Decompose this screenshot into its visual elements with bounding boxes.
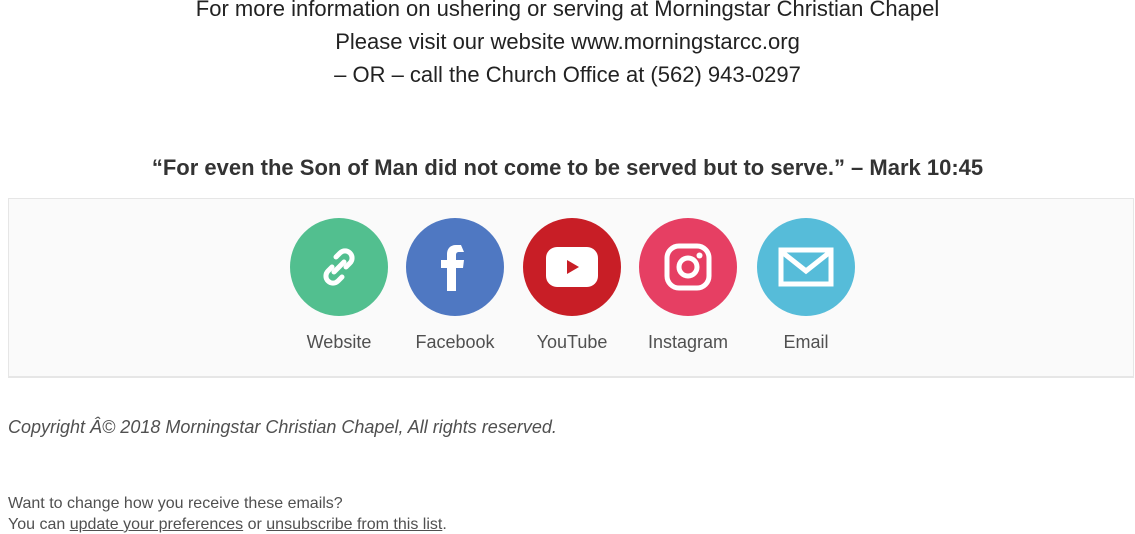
email-label: Email <box>783 332 829 352</box>
social-follow-bar: Website Facebook YouTube Instagram Email <box>8 198 1134 378</box>
link-icon <box>323 248 355 286</box>
facebook-icon <box>441 245 464 291</box>
contact-info: For more information on ushering or serv… <box>0 0 1135 91</box>
info-line-1: For more information on ushering or serv… <box>195 0 940 21</box>
bible-verse: “For even the Son of Man did not come to… <box>151 155 984 180</box>
instagram-label: Instagram <box>647 332 729 352</box>
website-label: Website <box>306 332 372 352</box>
copyright-text: Copyright Â© 2018 Morningstar Christian … <box>8 417 557 437</box>
info-line-2: Please visit our website www.morningstar… <box>335 29 800 54</box>
unsubscribe-link[interactable]: unsubscribe from this list <box>266 516 442 533</box>
social-facebook-link[interactable]: Facebook <box>400 218 510 353</box>
facebook-label: Facebook <box>415 332 495 352</box>
social-email-link[interactable]: Email <box>751 218 861 353</box>
footer-middle: or <box>243 516 267 533</box>
footer-prefix: You can <box>8 516 70 533</box>
instagram-circle <box>639 218 737 316</box>
youtube-label: YouTube <box>536 332 608 352</box>
footer-preferences: You can update your preferences or unsub… <box>8 516 447 534</box>
instagram-icon <box>664 243 712 291</box>
social-website-link[interactable]: Website <box>284 218 394 353</box>
mail-icon <box>778 247 834 287</box>
footer-suffix: . <box>442 516 447 533</box>
social-instagram-link[interactable]: Instagram <box>633 218 743 353</box>
website-circle <box>290 218 388 316</box>
footer-question: Want to change how you receive these ema… <box>8 495 343 512</box>
update-preferences-link[interactable]: update your preferences <box>70 516 243 533</box>
email-circle <box>757 218 855 316</box>
youtube-icon <box>546 247 598 287</box>
youtube-circle <box>523 218 621 316</box>
info-line-3: – OR – call the Church Office at (562) 9… <box>334 62 801 87</box>
social-youtube-link[interactable]: YouTube <box>517 218 627 353</box>
facebook-circle <box>406 218 504 316</box>
